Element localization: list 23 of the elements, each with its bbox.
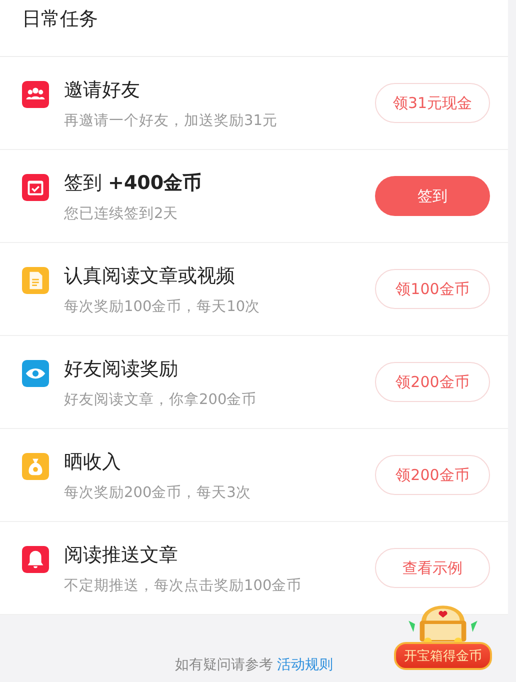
- task-description: 每次奖励100金币，每天10次: [64, 298, 262, 316]
- reward-button[interactable]: 签到: [375, 176, 490, 216]
- task-title: 阅读推送文章: [64, 542, 179, 568]
- reward-button[interactable]: 领200金币: [375, 455, 490, 495]
- reward-button[interactable]: 领31元现金: [375, 83, 490, 123]
- task-description: 每次奖励200金币，每天3次: [64, 484, 252, 502]
- task-description: 好友阅读文章，你拿200金币: [64, 390, 258, 408]
- section-title: 日常任务: [22, 7, 98, 32]
- reward-button[interactable]: 查看示例: [375, 548, 490, 588]
- chest-label: 开宝箱得金币: [394, 642, 492, 670]
- task-description: 不定期推送，每次点击奖励100金币: [64, 576, 303, 594]
- task-title: 邀请好友: [64, 78, 141, 102]
- help-text: 如有疑问请参考 活动规则: [174, 656, 334, 674]
- reward-button[interactable]: 领100金币: [375, 269, 490, 309]
- task-description: 您已连续签到2天: [64, 204, 180, 222]
- task-title: 签到 +400金币: [64, 170, 203, 196]
- reward-button[interactable]: 领200金币: [375, 362, 490, 402]
- task-description: 再邀请一个好友，加送奖励31元: [64, 112, 278, 130]
- task-title: 晒收入: [64, 450, 122, 474]
- task-title: 认真阅读文章或视频: [64, 264, 236, 288]
- task-title: 好友阅读奖励: [64, 356, 179, 382]
- rules-link[interactable]: 活动规则: [277, 657, 334, 673]
- treasure-chest-button[interactable]: 开宝箱得金币: [388, 600, 498, 670]
